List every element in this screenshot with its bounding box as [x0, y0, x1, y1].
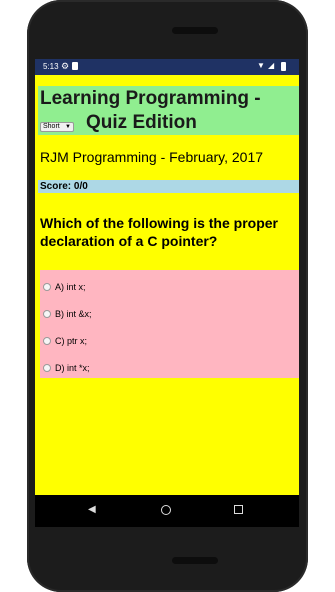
radio-button[interactable] [43, 310, 51, 318]
home-icon[interactable] [161, 505, 171, 515]
author-byline: RJM Programming - February, 2017 [40, 149, 264, 165]
radio-button[interactable] [43, 283, 51, 291]
radio-button[interactable] [43, 364, 51, 372]
question-text: Which of the following is the proper dec… [40, 215, 278, 249]
score-text: Score: 0/0 [40, 181, 88, 192]
score-bar: Score: 0/0 [38, 180, 299, 193]
radio-button[interactable] [43, 337, 51, 345]
option-label: D) int *x; [55, 363, 90, 373]
quiz-mode-value: Short [43, 123, 60, 130]
status-time: 5:13 [43, 62, 59, 71]
option-label: B) int &x; [55, 309, 92, 319]
quiz-header: Learning Programming - Short ▼ Quiz Edit… [38, 86, 299, 135]
wifi-icon: ▼ [257, 61, 265, 70]
battery-icon [281, 62, 286, 71]
quiz-mode-select[interactable]: Short ▼ [40, 122, 74, 132]
sd-card-icon [72, 62, 78, 70]
app-screen: 5:13 ⚙ ▼ ◢ Learning Programming - Short … [35, 59, 299, 527]
chevron-down-icon: ▼ [65, 124, 71, 130]
status-bar: 5:13 ⚙ ▼ ◢ [35, 59, 299, 75]
option-label: A) int x; [55, 282, 86, 292]
recent-apps-icon[interactable] [234, 505, 243, 514]
signal-icon: ◢ [268, 61, 275, 70]
navigation-bar: ◀ [35, 495, 299, 527]
answer-options: A) int x; B) int &x; C) ptr x; D) int *x… [40, 270, 299, 378]
page-title: Learning Programming - [40, 88, 261, 109]
option-label: C) ptr x; [55, 336, 88, 346]
bottom-speaker [172, 557, 218, 564]
back-icon[interactable]: ◀ [88, 504, 96, 515]
page-subtitle: Quiz Edition [86, 112, 197, 133]
gear-icon: ⚙ [61, 61, 70, 71]
top-speaker [172, 27, 218, 34]
